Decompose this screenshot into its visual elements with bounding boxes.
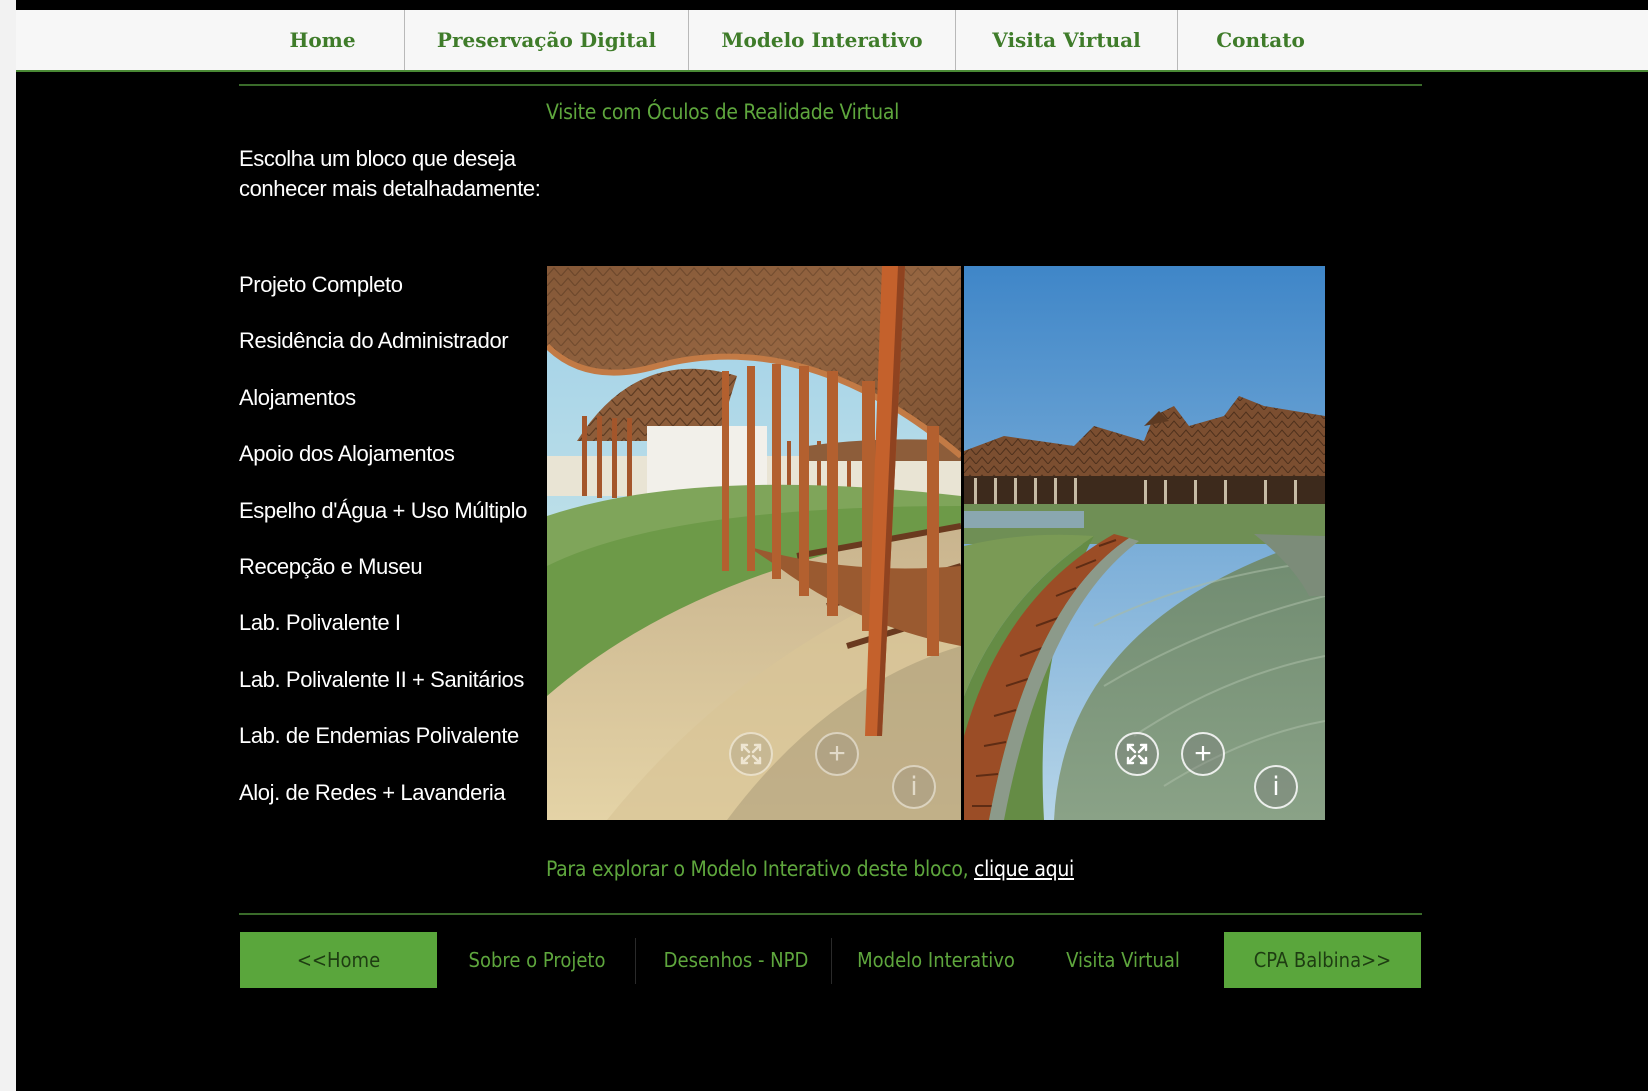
vr-subtitle: Visite com Óculos de Realidade Virtual (546, 100, 900, 124)
footer-link-visita-virtual[interactable]: Visita Virtual (1052, 932, 1194, 988)
top-navigation: Home Preservação Digital Modelo Interati… (16, 10, 1648, 72)
fullscreen-button[interactable] (1115, 732, 1159, 776)
info-icon: i (910, 772, 918, 802)
nav-visita-virtual[interactable]: Visita Virtual (956, 10, 1177, 70)
info-icon: i (1272, 772, 1280, 802)
block-item-residencia-administrador[interactable]: Residência do Administrador (239, 323, 527, 379)
bottom-divider-line (239, 913, 1422, 915)
footer-divider (831, 938, 832, 984)
info-button[interactable]: i (1254, 765, 1298, 809)
footer-link-modelo-interativo[interactable]: Modelo Interativo (845, 932, 1027, 988)
block-item-lab-polivalente-2[interactable]: Lab. Polivalente II + Sanitários (239, 662, 527, 718)
block-item-aloj-redes[interactable]: Aloj. de Redes + Lavanderia (239, 775, 527, 831)
footer-divider (635, 938, 636, 984)
footer-link-sobre-projeto[interactable]: Sobre o Projeto (452, 932, 622, 988)
top-divider-line (239, 84, 1422, 86)
block-item-lab-polivalente-1[interactable]: Lab. Polivalente I (239, 605, 527, 661)
fullscreen-button[interactable] (729, 732, 773, 776)
block-list: Projeto Completo Residência do Administr… (239, 267, 527, 831)
footer-link-desenhos-npd[interactable]: Desenhos - NPD (648, 932, 824, 988)
intro-text: Escolha um bloco que deseja conhecer mai… (239, 146, 541, 201)
zoom-in-icon: + (828, 737, 846, 770)
block-item-alojamentos[interactable]: Alojamentos (239, 380, 527, 436)
zoom-in-button[interactable]: + (1181, 732, 1225, 776)
panorama-viewer-right[interactable]: + i (964, 266, 1325, 820)
block-item-projeto-completo[interactable]: Projeto Completo (239, 267, 527, 323)
fullscreen-icon (1126, 743, 1148, 765)
footer-next-button[interactable]: CPA Balbina>> (1224, 932, 1421, 988)
block-item-lab-endemias[interactable]: Lab. de Endemias Polivalente (239, 718, 527, 774)
nav-preservacao-digital[interactable]: Preservação Digital (405, 10, 688, 70)
footer-home-button[interactable]: <<Home (240, 932, 437, 988)
explore-text: Para explorar o Modelo Interativo deste … (546, 857, 1074, 881)
zoom-in-icon: + (1194, 737, 1212, 770)
zoom-in-button[interactable]: + (815, 732, 859, 776)
explore-link[interactable]: clique aqui (974, 857, 1074, 881)
explore-prefix: Para explorar o Modelo Interativo deste … (546, 857, 974, 881)
block-item-apoio-alojamentos[interactable]: Apoio dos Alojamentos (239, 436, 527, 492)
panorama-viewer-left[interactable]: + i (547, 266, 961, 820)
nav-home[interactable]: Home (241, 10, 404, 70)
nav-modelo-interativo[interactable]: Modelo Interativo (689, 10, 955, 70)
block-item-recepcao-museu[interactable]: Recepção e Museu (239, 549, 527, 605)
block-item-espelho-agua[interactable]: Espelho d'Água + Uso Múltiplo (239, 493, 527, 549)
nav-contato[interactable]: Contato (1178, 10, 1343, 70)
fullscreen-icon (740, 743, 762, 765)
info-button[interactable]: i (892, 765, 936, 809)
